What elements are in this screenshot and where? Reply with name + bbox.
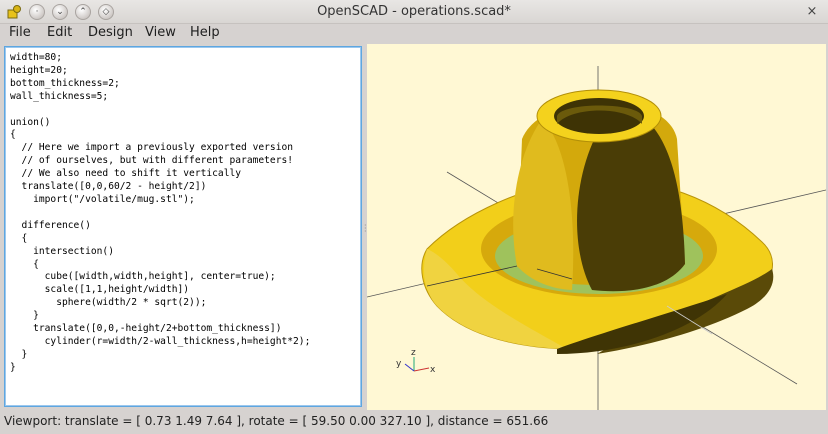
code-line[interactable] (10, 104, 310, 117)
code-line[interactable]: // of ourselves, but with different para… (10, 155, 310, 168)
code-line[interactable]: // Here we import a previously exported … (10, 142, 310, 155)
code-text[interactable]: width=80; height=20; bottom_thickness=2; wa… (10, 52, 310, 375)
axis-label-z: z (411, 348, 416, 358)
code-line[interactable]: } (10, 310, 310, 323)
right-splitter-grip[interactable] (823, 214, 826, 224)
window-title: OpenSCAD - operations.scad* (317, 4, 511, 19)
viewport-status-text: Viewport: translate = [ 0.73 1.49 7.64 ]… (4, 414, 549, 428)
code-line[interactable]: bottom_thickness=2; (10, 78, 310, 91)
3d-viewport[interactable]: z y x (367, 44, 826, 410)
code-line[interactable]: { (10, 259, 310, 272)
status-bar: Viewport: translate = [ 0.73 1.49 7.64 ]… (0, 410, 828, 434)
menu-edit[interactable]: Edit (47, 25, 72, 40)
code-line[interactable]: sphere(width/2 * sqrt(2)); (10, 297, 310, 310)
code-line[interactable]: scale([1,1,height/width]) (10, 284, 310, 297)
code-line[interactable]: cylinder(r=width/2-wall_thickness,h=heig… (10, 336, 311, 349)
code-line[interactable]: } (10, 362, 310, 375)
code-line[interactable]: intersection() (10, 246, 310, 259)
code-line[interactable]: { (10, 129, 310, 142)
title-bar: · ⌄ ⌃ ◇ OpenSCAD - operations.scad* × (0, 0, 828, 24)
axis-label-x: x (430, 365, 436, 375)
code-line[interactable]: union() (10, 117, 310, 130)
menu-file[interactable]: File (9, 25, 31, 40)
code-line[interactable]: // We also need to shift it vertically (10, 168, 310, 181)
menu-design[interactable]: Design (88, 25, 133, 40)
code-line[interactable]: wall_thickness=5; (10, 91, 310, 104)
menu-bar: File Edit Design View Help (0, 24, 828, 44)
code-line[interactable]: height=20; (10, 65, 310, 78)
close-icon[interactable]: × (804, 4, 820, 20)
code-line[interactable]: translate([0,0,60/2 - height/2]) (10, 181, 310, 194)
axis-indicator-icon: z y x (396, 348, 436, 375)
menu-help[interactable]: Help (190, 25, 220, 40)
code-line[interactable]: import("/volatile/mug.stl"); (10, 194, 310, 207)
code-editor[interactable]: width=80; height=20; bottom_thickness=2; wa… (4, 46, 362, 407)
code-line[interactable]: difference() (10, 220, 310, 233)
code-line[interactable] (10, 207, 310, 220)
rendered-model: z y x (367, 66, 826, 410)
menu-view[interactable]: View (145, 25, 176, 40)
code-line[interactable]: translate([0,0,-height/2+bottom_thicknes… (10, 323, 310, 336)
code-line[interactable]: } (10, 349, 310, 362)
code-line[interactable]: cube([width,width,height], center=true); (10, 271, 310, 284)
code-line[interactable]: width=80; (10, 52, 310, 65)
code-line[interactable]: { (10, 233, 310, 246)
axis-label-y: y (396, 359, 402, 369)
